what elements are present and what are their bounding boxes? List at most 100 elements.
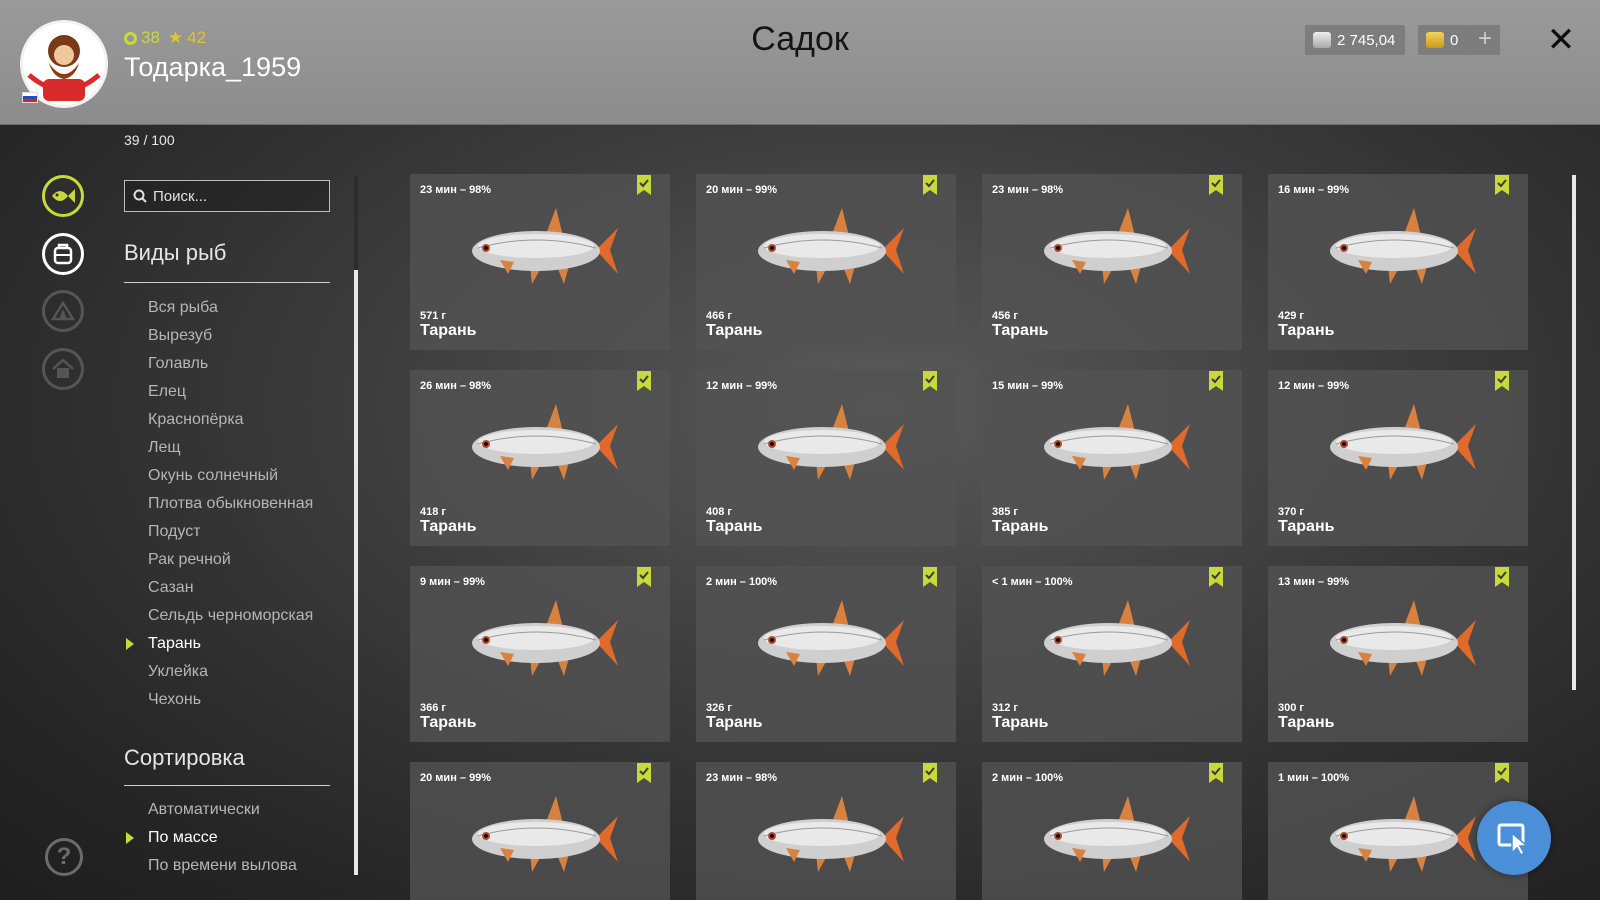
species-item[interactable]: Уклейка (148, 658, 313, 686)
selected-arrow-icon (126, 832, 134, 844)
search-box[interactable] (124, 180, 330, 212)
sort-label: Автоматически (148, 801, 260, 818)
fish-species-name: Тарань (420, 518, 477, 535)
star-icon: ★ (167, 28, 184, 47)
gold-balance: 0 (1418, 25, 1470, 55)
fish-image (1318, 204, 1478, 294)
fish-image (746, 792, 906, 882)
bookmark-check-icon[interactable] (636, 370, 652, 392)
fish-image (1318, 792, 1478, 882)
tent-icon[interactable] (42, 290, 84, 332)
bookmark-check-icon[interactable] (1208, 174, 1224, 196)
fish-card[interactable]: 2 мин – 100% 326 г Тарань (696, 566, 956, 742)
species-item[interactable]: Сельдь черноморская (148, 602, 313, 630)
species-item[interactable]: Лещ (148, 434, 313, 462)
bookmark-check-icon[interactable] (636, 174, 652, 196)
species-item[interactable]: Елец (148, 378, 313, 406)
bookmark-check-icon[interactable] (1494, 762, 1510, 784)
fish-weight: 456 г (992, 310, 1018, 322)
species-label: Сельдь черноморская (148, 607, 314, 624)
fish-card[interactable]: 13 мин – 99% 300 г Тарань (1268, 566, 1528, 742)
fish-image (460, 792, 620, 882)
level-value: 38 (141, 28, 160, 47)
species-label: Вся рыба (148, 299, 218, 316)
bookmark-check-icon[interactable] (922, 370, 938, 392)
bookmark-check-icon[interactable] (1494, 174, 1510, 196)
species-label: Вырезуб (148, 327, 213, 344)
fish-weight: 326 г (706, 702, 732, 714)
fish-image (746, 596, 906, 686)
species-item[interactable]: Рак речной (148, 546, 313, 574)
fish-species-name: Тарань (706, 714, 763, 731)
catch-time-freshness: 26 мин – 98% (420, 380, 492, 392)
species-item[interactable]: Голавль (148, 350, 313, 378)
cursor-mode-button[interactable] (1477, 801, 1551, 875)
fish-image (1032, 204, 1192, 294)
fish-card[interactable]: 16 мин – 99% 429 г Тарань (1268, 174, 1528, 350)
home-icon[interactable] (42, 348, 84, 390)
sidebar-scroll-thumb[interactable] (354, 270, 358, 875)
bookmark-check-icon[interactable] (1208, 566, 1224, 588)
species-item[interactable]: Тарань (126, 630, 313, 658)
add-currency-button[interactable]: + (1470, 25, 1500, 55)
bookmark-check-icon[interactable] (1208, 762, 1224, 784)
species-label: Чехонь (148, 691, 202, 708)
fish-weight: 408 г (706, 506, 732, 518)
bookmark-check-icon[interactable] (1208, 370, 1224, 392)
sort-option[interactable]: Автоматически (148, 796, 297, 824)
bookmark-check-icon[interactable] (636, 566, 652, 588)
bookmark-check-icon[interactable] (1494, 566, 1510, 588)
bookmark-check-icon[interactable] (922, 566, 938, 588)
close-button[interactable]: ✕ (1545, 22, 1577, 58)
catch-time-freshness: 12 мин – 99% (1278, 380, 1350, 392)
grid-scrollbar[interactable] (1572, 175, 1576, 690)
catch-time-freshness: < 1 мин – 100% (992, 576, 1073, 588)
catch-time-freshness: 9 мин – 99% (420, 576, 485, 588)
fish-card[interactable]: 12 мин – 99% 370 г Тарань (1268, 370, 1528, 546)
fish-image (746, 400, 906, 490)
fish-card[interactable]: 15 мин – 99% 385 г Тарань (982, 370, 1242, 546)
catch-time-freshness: 20 мин – 99% (706, 184, 778, 196)
species-item[interactable]: Вырезуб (148, 322, 313, 350)
species-label: Лещ (148, 439, 181, 456)
fish-icon[interactable] (42, 175, 84, 217)
fish-card[interactable]: 9 мин – 99% 366 г Тарань (410, 566, 670, 742)
catch-time-freshness: 2 мин – 100% (992, 772, 1064, 784)
fish-image (1032, 400, 1192, 490)
fish-card[interactable]: 20 мин – 99% (410, 762, 670, 900)
fish-card[interactable]: 26 мин – 98% 418 г Тарань (410, 370, 670, 546)
fish-species-name: Тарань (420, 322, 477, 339)
fish-card[interactable]: 23 мин – 98% (696, 762, 956, 900)
bookmark-check-icon[interactable] (922, 174, 938, 196)
search-icon (133, 189, 147, 203)
species-item[interactable]: Сазан (148, 574, 313, 602)
species-item[interactable]: Окунь солнечный (148, 462, 313, 490)
gold-amount: 0 (1450, 31, 1459, 49)
sort-option[interactable]: По массе (126, 824, 297, 852)
species-item[interactable]: Подуст (148, 518, 313, 546)
keepnet-icon[interactable] (42, 233, 84, 275)
fish-image (460, 400, 620, 490)
species-label: Рак речной (148, 551, 231, 568)
species-label: Плотва обыкновенная (148, 495, 314, 512)
species-item[interactable]: Вся рыба (148, 294, 313, 322)
fish-card[interactable]: 12 мин – 99% 408 г Тарань (696, 370, 956, 546)
fish-card[interactable]: 23 мин – 98% 571 г Тарань (410, 174, 670, 350)
player-name: Тодарка_1959 (124, 52, 302, 82)
bookmark-check-icon[interactable] (922, 762, 938, 784)
species-item[interactable]: Плотва обыкновенная (148, 490, 313, 518)
help-button[interactable]: ? (45, 838, 83, 876)
fish-card[interactable]: 23 мин – 98% 456 г Тарань (982, 174, 1242, 350)
fish-species-name: Тарань (992, 714, 1049, 731)
silver-amount: 2 745,04 (1337, 31, 1396, 49)
species-item[interactable]: Краснопёрка (148, 406, 313, 434)
fish-card[interactable]: 2 мин – 100% (982, 762, 1242, 900)
fish-card[interactable]: < 1 мин – 100% 312 г Тарань (982, 566, 1242, 742)
search-input[interactable] (153, 187, 323, 205)
fish-card[interactable]: 20 мин – 99% 466 г Тарань (696, 174, 956, 350)
bookmark-check-icon[interactable] (636, 762, 652, 784)
gold-coins-icon (1426, 32, 1444, 48)
bookmark-check-icon[interactable] (1494, 370, 1510, 392)
sort-option[interactable]: По времени вылова (148, 852, 297, 880)
species-item[interactable]: Чехонь (148, 686, 313, 714)
